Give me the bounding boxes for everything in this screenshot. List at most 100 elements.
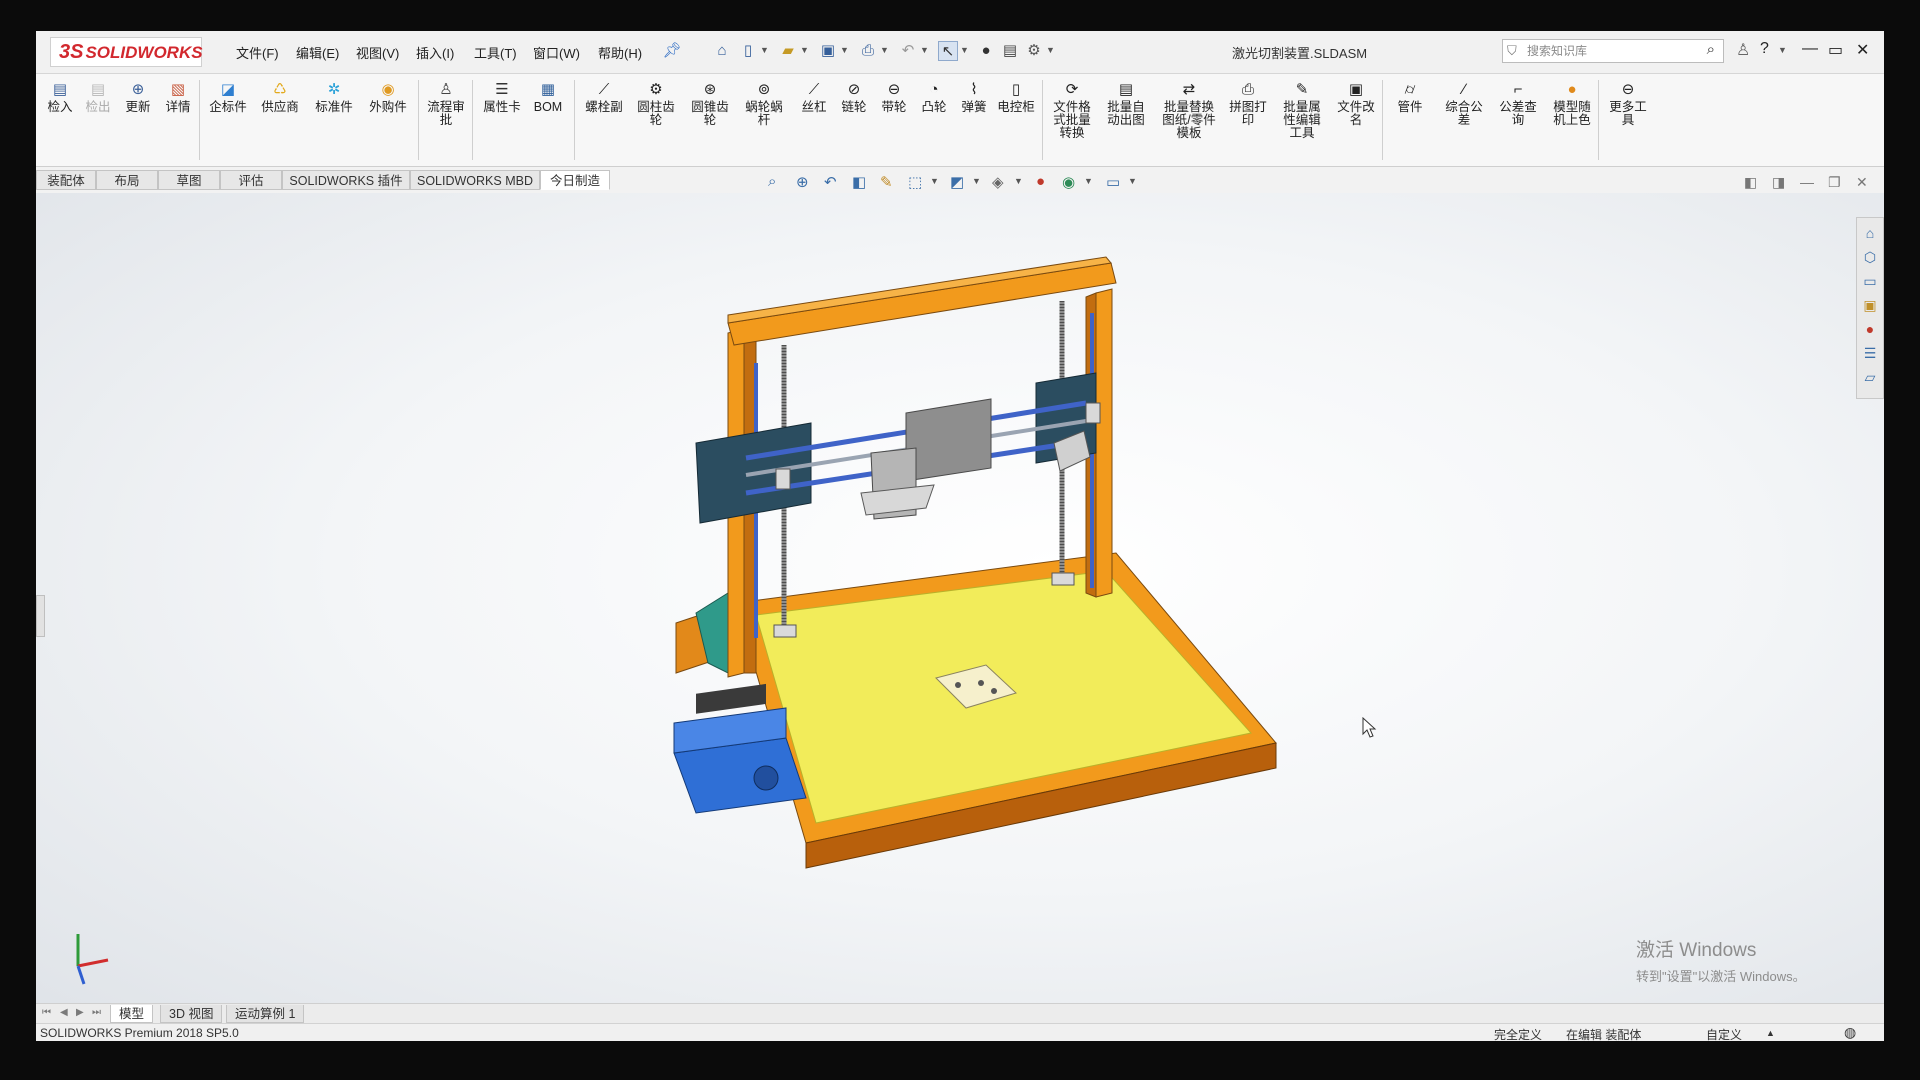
tab-solidworks-mbd[interactable]: SOLIDWORKS MBD bbox=[410, 170, 540, 190]
tab-3d-view[interactable]: 3D 视图 bbox=[160, 1005, 223, 1023]
zoom-to-area-icon[interactable]: ⊕ bbox=[796, 173, 809, 191]
cmd-property-edit-button[interactable]: ✎ 批量属性编辑工具 bbox=[1280, 82, 1324, 140]
cmd-random-color-button[interactable]: ● 模型随机上色 bbox=[1550, 82, 1594, 127]
view-palette-icon[interactable]: ▣ bbox=[1861, 296, 1879, 314]
new-document-icon[interactable]: ▯ bbox=[738, 41, 758, 61]
help-icon[interactable]: ? bbox=[1760, 40, 1769, 58]
file-properties-icon[interactable]: ▤ bbox=[1000, 41, 1020, 61]
solidworks-logo[interactable]: 3S SOLIDWORKS bbox=[50, 37, 203, 67]
select-icon[interactable]: ↖ bbox=[938, 41, 958, 61]
cmd-cam-button[interactable]: ◔ 凸轮 bbox=[912, 82, 956, 114]
tab-solidworks-addins[interactable]: SOLIDWORKS 插件 bbox=[282, 170, 410, 190]
maximize-icon[interactable]: ▭ bbox=[1828, 40, 1843, 60]
tile-right-icon[interactable]: ◨ bbox=[1772, 174, 1785, 191]
doc-close-icon[interactable]: ✕ bbox=[1856, 174, 1868, 191]
save-dropdown-icon[interactable]: ▼ bbox=[840, 45, 849, 55]
cmd-template-replace-button[interactable]: ⇄ 批量替换图纸/零件模板 bbox=[1162, 82, 1216, 140]
menu-edit[interactable]: 编辑(E) bbox=[296, 43, 339, 62]
tab-model[interactable]: 模型 bbox=[110, 1005, 154, 1023]
tab-today-manufacture[interactable]: 今日制造 bbox=[540, 170, 610, 190]
cmd-sprocket-button[interactable]: ⊘ 链轮 bbox=[832, 82, 876, 114]
print-dropdown-icon[interactable]: ▼ bbox=[880, 45, 889, 55]
zoom-to-fit-icon[interactable]: ⌕ bbox=[768, 173, 776, 190]
cmd-pulley-button[interactable]: ⊖ 带轮 bbox=[872, 82, 916, 114]
select-dropdown-icon[interactable]: ▼ bbox=[960, 45, 969, 55]
cmd-bevel-gear-button[interactable]: ⊛ 圆锥齿轮 bbox=[688, 82, 732, 127]
cmd-spring-button[interactable]: ⌇ 弹簧 bbox=[952, 82, 996, 114]
view-orientation-icon[interactable]: ⬚ bbox=[908, 173, 922, 191]
solidworks-resources-icon[interactable]: ⌂ bbox=[1861, 224, 1879, 242]
dynamic-annotation-icon[interactable]: ✎ bbox=[880, 173, 893, 191]
tab-sketch[interactable]: 草图 bbox=[158, 170, 220, 190]
cmd-tolerance-button[interactable]: ∕ 综合公差 bbox=[1442, 82, 1486, 127]
cmd-update-button[interactable]: ⊕ 更新 bbox=[116, 82, 160, 114]
cmd-tolerance-query-button[interactable]: ⌐ 公差查询 bbox=[1496, 82, 1540, 127]
edit-appearance-icon[interactable]: ● bbox=[1036, 173, 1045, 190]
minimize-icon[interactable]: — bbox=[1802, 40, 1818, 58]
menu-file[interactable]: 文件(F) bbox=[236, 43, 279, 62]
tab-assembly[interactable]: 装配体 bbox=[36, 170, 96, 190]
cmd-spur-gear-button[interactable]: ⚙ 圆柱齿轮 bbox=[634, 82, 678, 127]
scene-dropdown-icon[interactable]: ▼ bbox=[1084, 176, 1093, 186]
section-view-icon[interactable]: ◧ bbox=[852, 173, 866, 191]
menu-insert[interactable]: 插入(I) bbox=[416, 43, 454, 62]
menu-tools[interactable]: 工具(T) bbox=[474, 43, 517, 62]
view-settings-icon[interactable]: ▭ bbox=[1106, 173, 1120, 191]
menu-help[interactable]: 帮助(H) bbox=[598, 43, 642, 62]
previous-view-icon[interactable]: ↶ bbox=[824, 173, 837, 191]
undo-icon[interactable]: ↶ bbox=[898, 41, 918, 61]
cmd-standard-part-button[interactable]: ✲ 标准件 bbox=[312, 82, 356, 114]
cmd-bolt-pair-button[interactable]: ⟋ 螺栓副 bbox=[582, 82, 626, 114]
save-icon[interactable]: ▣ bbox=[818, 41, 838, 61]
cmd-lead-screw-button[interactable]: ⟋ 丝杠 bbox=[792, 82, 836, 114]
file-explorer-icon[interactable]: ▭ bbox=[1861, 272, 1879, 290]
cmd-details-button[interactable]: ▧ 详情 bbox=[156, 82, 200, 114]
cmd-rename-button[interactable]: ▣ 文件改名 bbox=[1334, 82, 1378, 127]
view-settings-dropdown-icon[interactable]: ▼ bbox=[1128, 176, 1137, 186]
doc-minimize-icon[interactable]: — bbox=[1800, 174, 1814, 190]
hide-show-items-icon[interactable]: ◈ bbox=[992, 173, 1004, 191]
apply-scene-icon[interactable]: ◉ bbox=[1062, 173, 1075, 191]
open-dropdown-icon[interactable]: ▼ bbox=[800, 45, 809, 55]
user-icon[interactable]: ♙ bbox=[1736, 40, 1750, 60]
view-orientation-dropdown-icon[interactable]: ▼ bbox=[930, 176, 939, 186]
laser-cutter-assembly-model[interactable] bbox=[616, 253, 1316, 903]
pin-icon[interactable]: 📌︎ bbox=[662, 41, 682, 61]
cmd-workflow-approval-button[interactable]: ♙ 流程审批 bbox=[424, 82, 468, 127]
cmd-batch-drawing-button[interactable]: ▤ 批量自动出图 bbox=[1104, 82, 1148, 127]
rebuild-icon[interactable]: ● bbox=[976, 41, 996, 61]
cmd-supplier-button[interactable]: ♺ 供应商 bbox=[258, 82, 302, 114]
appearances-icon[interactable]: ● bbox=[1861, 320, 1879, 338]
search-icon[interactable]: ⌕ bbox=[1707, 39, 1715, 61]
menu-window[interactable]: 窗口(W) bbox=[533, 43, 580, 62]
display-style-icon[interactable]: ◩ bbox=[950, 173, 964, 191]
options-dropdown-icon[interactable]: ▼ bbox=[1046, 45, 1055, 55]
custom-properties-icon[interactable]: ☰ bbox=[1861, 344, 1879, 362]
search-knowledge-box[interactable]: ⛉ 搜索知识库 ⌕ bbox=[1502, 39, 1724, 63]
rebuild-status-icon[interactable]: ◍ bbox=[1844, 1024, 1856, 1041]
cmd-check-out-button[interactable]: ▤ 检出 bbox=[76, 82, 120, 114]
tile-left-icon[interactable]: ◧ bbox=[1744, 174, 1757, 191]
hide-show-dropdown-icon[interactable]: ▼ bbox=[1014, 176, 1023, 186]
cmd-pipe-button[interactable]: ⌭ 管件 bbox=[1388, 82, 1432, 114]
cmd-enterprise-part-button[interactable]: ◪ 企标件 bbox=[206, 82, 250, 114]
cmd-more-tools-button[interactable]: ⊖ 更多工具 bbox=[1606, 82, 1650, 127]
new-dropdown-icon[interactable]: ▼ bbox=[760, 45, 769, 55]
menu-view[interactable]: 视图(V) bbox=[356, 43, 399, 62]
help-dropdown-icon[interactable]: ▼ bbox=[1778, 45, 1787, 55]
unit-system-selector[interactable]: 自定义 bbox=[1706, 1026, 1742, 1041]
open-folder-icon[interactable]: ▰ bbox=[778, 41, 798, 61]
tab-motion-study[interactable]: 运动算例 1 bbox=[226, 1005, 305, 1023]
cmd-property-card-button[interactable]: ☰ 属性卡 bbox=[480, 82, 524, 114]
last-tab-icon[interactable]: ⏭ bbox=[92, 1007, 101, 1018]
print-icon[interactable]: ⎙ bbox=[858, 41, 878, 61]
unit-system-dropdown-icon[interactable]: ▲ bbox=[1766, 1028, 1775, 1038]
home-icon[interactable]: ⌂ bbox=[712, 41, 732, 61]
tab-evaluate[interactable]: 评估 bbox=[220, 170, 282, 190]
design-library-icon[interactable]: ⬡ bbox=[1861, 248, 1879, 266]
prev-tab-icon[interactable]: ◀ bbox=[60, 1007, 68, 1018]
first-tab-icon[interactable]: ⏮ bbox=[42, 1007, 51, 1018]
cmd-control-cabinet-button[interactable]: ▯ 电控柜 bbox=[994, 82, 1038, 114]
feature-manager-flyout-handle[interactable] bbox=[36, 595, 45, 637]
cmd-bom-button[interactable]: ▦ BOM bbox=[526, 82, 570, 114]
